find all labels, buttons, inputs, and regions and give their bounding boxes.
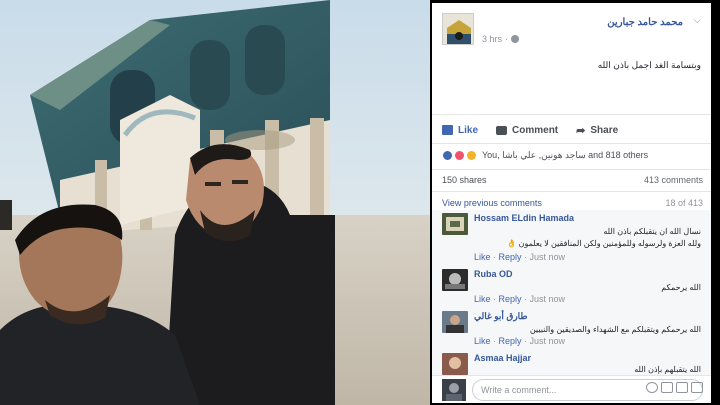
comment-text: الله يرحمكم xyxy=(661,283,701,292)
comment-time[interactable]: Just now xyxy=(530,252,566,262)
gif-icon[interactable] xyxy=(676,382,688,393)
comments-count[interactable]: 413 comments xyxy=(644,175,703,185)
camera-icon[interactable] xyxy=(661,382,673,393)
post-timestamp[interactable]: 3 hrs · xyxy=(482,34,520,44)
commenter-avatar[interactable] xyxy=(442,353,468,375)
commenter-avatar[interactable] xyxy=(442,213,468,235)
love-icon xyxy=(454,149,465,161)
commenter-name[interactable]: طارق أبو غالي xyxy=(474,311,528,322)
dot-separator: · xyxy=(505,34,509,44)
comment-like-link[interactable]: Like xyxy=(474,252,491,262)
shares-count[interactable]: 150 shares xyxy=(442,175,487,185)
comment-button[interactable]: Comment xyxy=(496,125,558,136)
comment-like-link[interactable]: Like xyxy=(474,294,491,304)
comment-reply-link[interactable]: Reply xyxy=(499,252,522,262)
commenter-avatar[interactable] xyxy=(442,269,468,291)
divider xyxy=(432,191,711,192)
comment-item: Ruba OD الله يرحمكم Like · Reply · Just … xyxy=(442,266,703,306)
comment-time[interactable]: Just now xyxy=(530,336,566,346)
commenter-name[interactable]: Hossam ELdin Hamada xyxy=(474,213,574,223)
comment-label: Comment xyxy=(512,124,559,136)
reactions-text[interactable]: You, ساجد هونين, علي باشا and 818 others xyxy=(482,150,648,161)
comment-icon xyxy=(496,125,508,135)
photo-viewer: محمد حامد جبارين 3 hrs · ⌵ وبتسامة الغد … xyxy=(0,0,720,405)
commenter-name[interactable]: Asmaa Hajjar xyxy=(474,353,531,363)
reactions-summary[interactable]: You, ساجد هونين, علي باشا and 818 others xyxy=(442,146,703,164)
photo-image xyxy=(0,0,430,405)
post-header: محمد حامد جبارين 3 hrs · ⌵ xyxy=(442,13,703,47)
current-user-avatar xyxy=(442,379,466,401)
post-actions: Like Comment ➦ Share xyxy=(442,119,701,141)
like-button[interactable]: Like xyxy=(442,125,478,136)
share-button[interactable]: ➦ Share xyxy=(576,124,618,137)
share-icon: ➦ xyxy=(576,124,586,137)
comment-composer: Write a comment... xyxy=(432,375,711,403)
comment-item: Hossam ELdin Hamada نسال الله ان يتقبلكم… xyxy=(442,210,703,264)
post-time[interactable]: 3 hrs xyxy=(482,34,502,44)
divider xyxy=(432,169,711,170)
sad-icon xyxy=(466,149,477,161)
comment-reply-link[interactable]: Reply xyxy=(499,336,522,346)
sticker-icon[interactable] xyxy=(691,382,703,393)
comment-meta: Like · Reply · Just now xyxy=(474,336,566,346)
comment-time[interactable]: Just now xyxy=(530,294,566,304)
author-avatar[interactable] xyxy=(442,13,474,45)
share-label: Share xyxy=(590,124,619,136)
comment-like-link[interactable]: Like xyxy=(474,336,491,346)
commenter-name[interactable]: Ruba OD xyxy=(474,269,513,279)
author-name[interactable]: محمد حامد جبارين xyxy=(607,17,683,28)
emoji-icon[interactable] xyxy=(646,382,658,393)
comment-text: ولله العزة ولرسوله وللمؤمنين ولكن المناف… xyxy=(506,239,701,248)
comment-text: الله يتقبلهم بإذن الله xyxy=(634,365,701,374)
post-photo[interactable] xyxy=(0,0,430,405)
comment-input-placeholder: Write a comment... xyxy=(481,385,557,395)
comments-page-count: 18 of 413 xyxy=(665,198,703,208)
like-label: Like xyxy=(458,124,479,136)
comments-list[interactable]: Hossam ELdin Hamada نسال الله ان يتقبلكم… xyxy=(432,210,711,375)
divider xyxy=(432,143,711,144)
view-previous-comments-link[interactable]: View previous comments xyxy=(442,198,542,208)
thumbs-up-icon xyxy=(442,125,453,135)
comment-meta: Like · Reply · Just now xyxy=(474,252,566,262)
comment-text: الله يرحمكم ويتقبلكم مع الشهداء والصديقي… xyxy=(529,325,701,334)
stats-row: 150 shares 413 comments xyxy=(442,175,703,189)
comment-item: Asmaa Hajjar الله يتقبلهم بإذن الله xyxy=(442,350,703,375)
comment-item: طارق أبو غالي الله يرحمكم ويتقبلكم مع ال… xyxy=(442,308,703,348)
comment-meta: Like · Reply · Just now xyxy=(474,294,566,304)
post-text: وبتسامة الغد اجمل باذن الله xyxy=(597,60,701,70)
globe-icon xyxy=(511,35,520,43)
commenter-avatar[interactable] xyxy=(442,311,468,333)
like-icon xyxy=(442,149,453,161)
view-previous-row: View previous comments 18 of 413 xyxy=(442,198,703,208)
divider xyxy=(432,114,711,115)
comment-reply-link[interactable]: Reply xyxy=(499,294,522,304)
composer-icons xyxy=(646,382,703,393)
comment-text: نسال الله ان يتقبلكم باذن الله xyxy=(603,227,701,236)
post-panel: محمد حامد جبارين 3 hrs · ⌵ وبتسامة الغد … xyxy=(432,3,711,403)
chevron-down-icon[interactable]: ⌵ xyxy=(693,15,701,26)
